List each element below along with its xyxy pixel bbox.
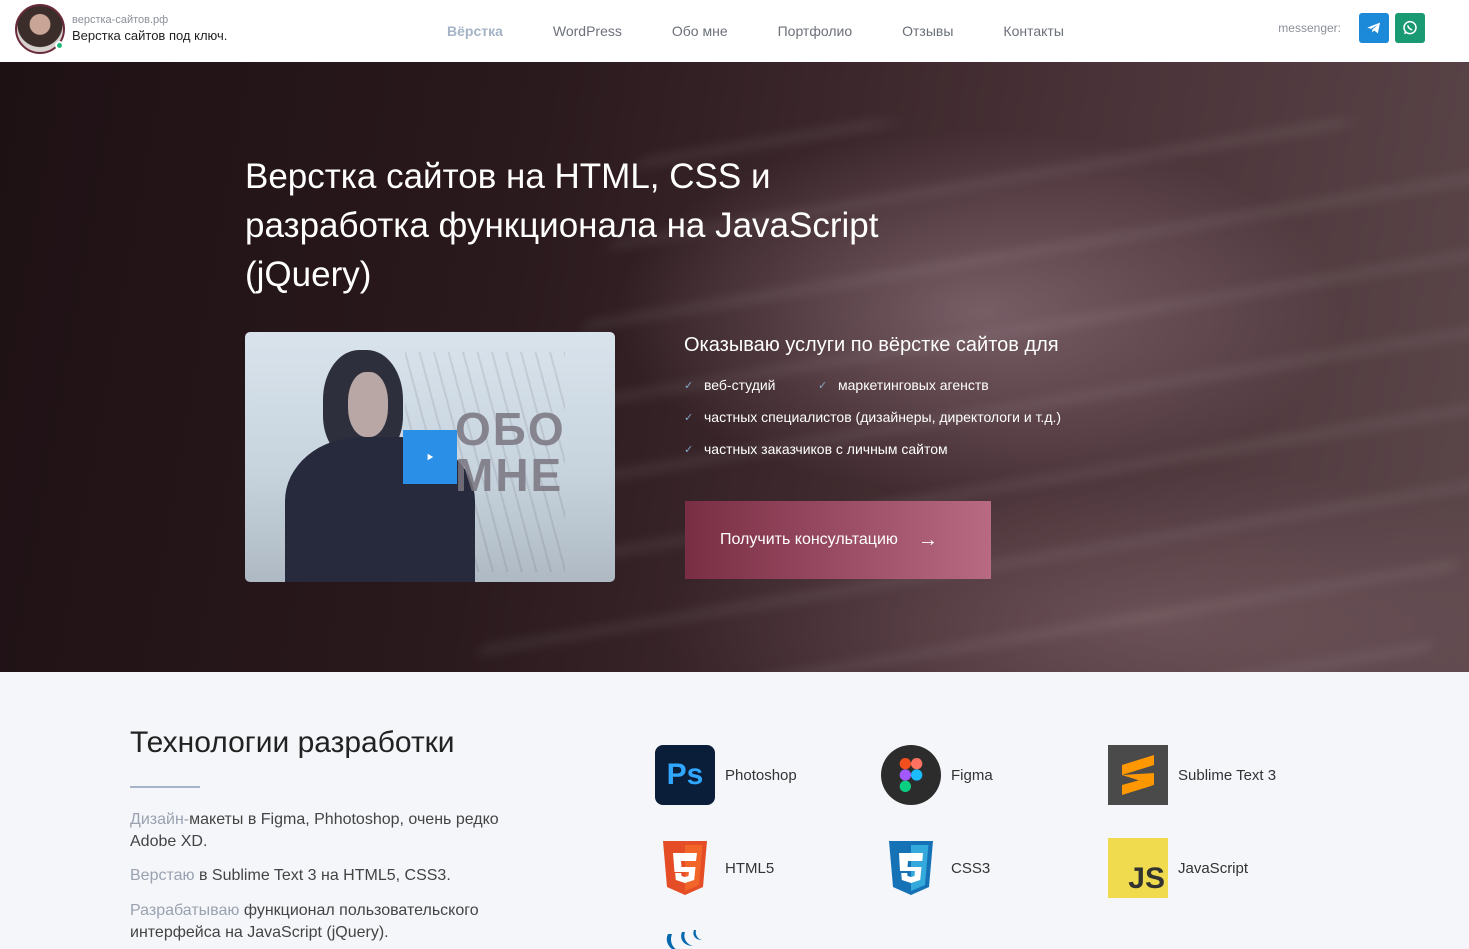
nav-link-wordpress[interactable]: WordPress [553,23,622,39]
nav-link-contacts[interactable]: Контакты [1003,23,1063,39]
figma-icon [881,745,941,805]
tool-photoshop: Ps Photoshop [655,745,797,805]
services-block: Оказываю услуги по вёрстке сайтов для ✓ в… [684,331,1144,471]
paragraph-highlight: Дизайн- [130,811,190,828]
telegram-button[interactable] [1359,13,1389,43]
video-text-line1: ОБО [455,403,566,455]
site-header: верстка-сайтов.рф Верстка сайтов под клю… [0,0,1469,62]
nav-link-about[interactable]: Обо мне [672,23,728,39]
css3-icon [881,838,941,898]
tool-label: CSS3 [951,859,991,877]
javascript-icon: JS [1108,838,1168,898]
service-text: частных специалистов (дизайнеры, директо… [704,409,1062,425]
tool-label: Sublime Text 3 [1178,766,1277,784]
hero-section: Верстка сайтов на HTML, CSS и разработка… [0,62,1469,672]
online-status-dot [55,41,64,50]
avatar [15,4,65,54]
nav-link-portfolio[interactable]: Портфолио [778,23,853,39]
main-nav: Вёрстка WordPress Обо мне Портфолио Отзы… [447,0,1114,62]
tool-label: Figma [951,766,993,784]
tech-paragraph-js: Разрабатываю функционал пользовательског… [130,900,530,944]
tool-figma: Figma [881,745,993,805]
tool-label: JavaScript [1178,859,1249,877]
paragraph-highlight: Разрабатываю [130,902,240,919]
nav-link-verstka[interactable]: Вёрстка [447,23,503,39]
tech-section-title: Технологии разработки [130,726,455,759]
jquery-icon [662,930,708,949]
check-icon: ✓ [684,411,694,424]
services-title: Оказываю услуги по вёрстке сайтов для [684,334,1059,356]
nav-link-reviews[interactable]: Отзывы [902,23,953,39]
brand[interactable]: верстка-сайтов.рф Верстка сайтов под клю… [15,4,227,54]
tool-label: HTML5 [725,859,775,877]
photoshop-icon: Ps [655,745,715,805]
service-text: маркетинговых агенств [838,377,989,393]
tool-sublime: Sublime Text 3 [1108,745,1276,805]
tool-css3: CSS3 [881,838,990,898]
consultation-button-label: Получить консультацию [720,531,898,548]
service-text: частных заказчиков с личным сайтом [704,441,948,457]
hero-title: Верстка сайтов на HTML, CSS и разработка… [245,157,879,294]
list-item: ✓ маркетинговых агенств [818,377,989,393]
services-list: ✓ веб-студий ✓ маркетинговых агенств ✓ част… [684,371,1144,471]
paragraph-text: в Sublime Text 3 на HTML5, CSS3. [194,867,451,884]
service-text: веб-студий [704,377,776,393]
play-icon [427,453,434,461]
list-item: ✓ частных специалистов (дизайнеры, директ… [684,409,1061,425]
tech-paragraph-markup: Верстаю в Sublime Text 3 на HTML5, CSS3. [130,865,530,887]
messenger-label: messenger: [1278,21,1341,35]
tool-html5: HTML5 [655,838,774,898]
check-icon: ✓ [818,379,828,392]
site-domain: верстка-сайтов.рф [72,14,169,26]
list-item: ✓ частных заказчиков с личным сайтом [684,441,948,457]
about-video[interactable]: ОБО МНЕ [245,332,615,582]
tech-paragraph-design: Дизайн-макеты в Figma, Phhotoshop, очень… [130,809,530,853]
whatsapp-icon [1403,20,1417,35]
tool-javascript: JS JavaScript [1108,838,1248,898]
sublime-icon [1108,745,1168,805]
video-person-face [348,372,388,437]
tool-label: Photoshop [725,766,797,784]
play-button[interactable] [403,430,457,484]
whatsapp-button[interactable] [1395,13,1425,43]
site-tagline: Верстка сайтов под ключ. [72,27,228,43]
check-icon: ✓ [684,379,694,392]
paragraph-highlight: Верстаю [130,867,195,884]
title-underline [130,786,200,788]
consultation-button[interactable]: Получить консультацию → [685,501,991,579]
video-text-line2: МНЕ [455,449,564,501]
messenger-block: messenger: [1278,13,1425,43]
list-item: ✓ веб-студий [684,377,776,393]
html5-icon [655,838,715,898]
check-icon: ✓ [684,443,694,456]
arrow-right-icon: → [917,528,938,551]
video-overlay-text: ОБО МНЕ [455,406,566,498]
telegram-icon [1367,22,1380,34]
